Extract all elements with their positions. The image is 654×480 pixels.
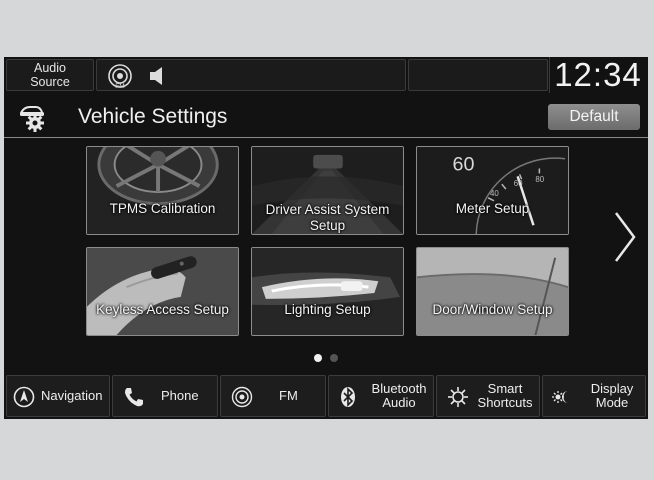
display-label-line1: Display xyxy=(590,381,634,396)
display-mode-button[interactable]: Display Mode xyxy=(542,375,646,417)
navigation-label: Navigation xyxy=(41,388,103,403)
bluetooth-label-line1: Bluetooth xyxy=(371,381,427,396)
fm-radio-icon xyxy=(231,386,253,408)
door-window-setup-label: Door/Window Setup xyxy=(432,302,553,317)
bluetooth-icon xyxy=(341,387,355,407)
keyless-access-setup-label: Keyless Access Setup xyxy=(96,302,229,317)
smart-label-line2: Shortcuts xyxy=(477,395,533,410)
status-bar: Audio Source FM 12:34 xyxy=(4,57,648,95)
driver-assist-setup-tile[interactable]: Driver Assist System Setup xyxy=(251,146,404,235)
audio-status-area[interactable]: FM xyxy=(96,59,406,91)
driver-assist-label-line1: Driver Assist System xyxy=(265,202,390,217)
meter-setup-label: Meter Setup xyxy=(455,201,530,216)
navigation-compass-icon xyxy=(13,386,35,408)
key-fob-hand-image xyxy=(87,248,238,335)
smart-shortcuts-label: Smart Shortcuts xyxy=(473,382,537,410)
bottom-navigation-bar: Navigation Phone FM Bluetooth Audio Smar… xyxy=(4,373,648,419)
wheel-image xyxy=(87,147,238,234)
page-dot-active xyxy=(314,354,322,362)
smart-label-line1: Smart xyxy=(487,381,523,396)
chevron-right-icon[interactable] xyxy=(612,209,638,265)
audio-source-line1: Audio xyxy=(34,61,66,75)
fm-signal-icon: FM xyxy=(108,64,132,89)
display-mode-label: Display Mode xyxy=(579,382,645,410)
speedometer-image: 40 60 80 60 xyxy=(417,147,568,234)
tpms-calibration-tile[interactable]: TPMS Calibration xyxy=(86,146,239,235)
phone-label: Phone xyxy=(161,388,199,403)
page-indicator xyxy=(314,354,344,364)
fm-button[interactable]: FM xyxy=(220,375,326,417)
default-button[interactable]: Default xyxy=(548,104,640,130)
keyless-access-setup-tile[interactable]: Keyless Access Setup xyxy=(86,247,239,336)
status-blank-area xyxy=(408,59,548,91)
infotainment-screen: Audio Source FM 12:34 Vehicle Settings D… xyxy=(4,57,648,419)
fm-label: FM xyxy=(279,388,298,403)
phone-handset-icon xyxy=(125,388,143,407)
display-mode-icon xyxy=(552,391,568,403)
tpms-calibration-label: TPMS Calibration xyxy=(109,201,216,216)
speaker-icon xyxy=(150,67,162,85)
gauge-tick-80: 80 xyxy=(535,175,544,184)
navigation-button[interactable]: Navigation xyxy=(6,375,110,417)
meter-setup-tile[interactable]: 40 60 80 60 Meter Setup xyxy=(416,146,569,235)
bluetooth-label-line2: Audio xyxy=(382,395,416,410)
clock: 12:34 xyxy=(549,57,646,93)
display-label-line2: Mode xyxy=(595,395,629,410)
smart-shortcuts-icon xyxy=(448,387,468,407)
gauge-speed: 60 xyxy=(453,154,475,176)
page-title: Vehicle Settings xyxy=(78,105,228,128)
driver-assist-setup-label: Driver Assist System Setup xyxy=(252,202,403,234)
door-window-setup-tile[interactable]: Door/Window Setup xyxy=(416,247,569,336)
audio-source-line2: Source xyxy=(30,75,70,89)
vehicle-settings-gear-icon xyxy=(20,106,44,132)
bluetooth-audio-button[interactable]: Bluetooth Audio xyxy=(328,375,434,417)
page-dot-inactive xyxy=(330,354,338,362)
fm-badge: FM xyxy=(115,83,124,89)
driver-assist-label-line2: Setup xyxy=(309,218,346,233)
page-header: Vehicle Settings Default xyxy=(4,97,648,138)
lighting-setup-label: Lighting Setup xyxy=(284,302,371,317)
audio-source-button[interactable]: Audio Source xyxy=(6,59,94,91)
gauge-tick-60: 60 xyxy=(514,179,523,188)
headlight-image xyxy=(252,248,403,335)
car-door-image xyxy=(417,248,568,335)
gauge-tick-40: 40 xyxy=(490,189,499,198)
phone-button[interactable]: Phone xyxy=(112,375,218,417)
lighting-setup-tile[interactable]: Lighting Setup xyxy=(251,247,404,336)
smart-shortcuts-button[interactable]: Smart Shortcuts xyxy=(436,375,540,417)
bluetooth-audio-label: Bluetooth Audio xyxy=(365,382,433,410)
